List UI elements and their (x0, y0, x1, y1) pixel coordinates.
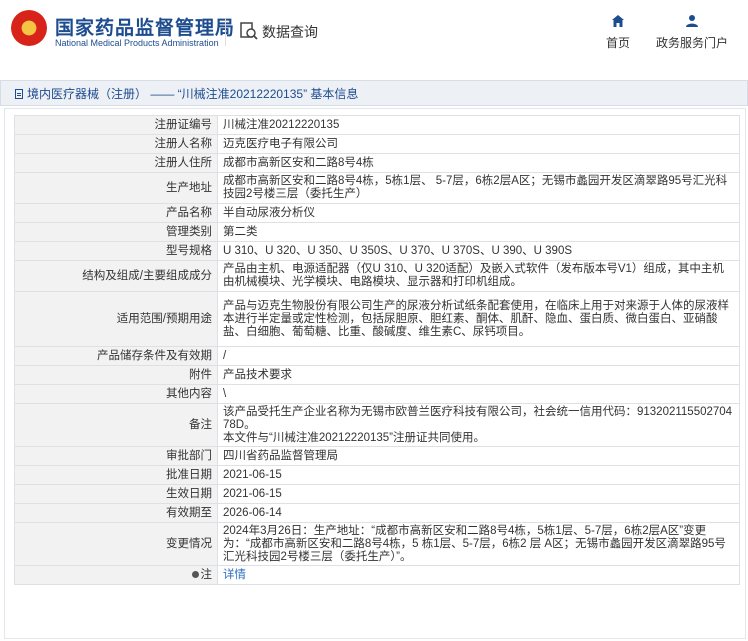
product-name-label: 产品名称 (14, 203, 218, 223)
row-effective-date: 生效日期 2021-06-15 (14, 484, 740, 504)
row-approval-department: 审批部门 四川省药品监督管理局 (14, 446, 740, 466)
nav-service-portal[interactable]: 政务服务门户 (650, 14, 734, 52)
site-subtitle: National Medical Products Administration (55, 38, 219, 48)
header-divider (225, 18, 226, 46)
approval-department-value: 四川省药品监督管理局 (217, 446, 740, 466)
production-address-value: 成都市高新区安和二路8号4栋，5栋1层、 5-7层，6栋2层A区；无锡市蠡园开发… (217, 172, 740, 204)
note-value-cell: 详情 (217, 565, 740, 585)
registrant-name-label: 注册人名称 (14, 134, 218, 154)
user-icon (686, 15, 698, 27)
row-storage-validity: 产品储存条件及有效期 / (14, 346, 740, 366)
row-change-history: 变更情况 2024年3月26日：生产地址：“成都市高新区安和二路8号4栋，5栋1层… (14, 522, 740, 566)
row-expiry-date: 有效期至 2026-06-14 (14, 503, 740, 523)
row-other-content: 其他内容 \ (14, 384, 740, 404)
row-note: 注详情 (14, 565, 740, 585)
model-spec-label: 型号规格 (14, 241, 218, 261)
remarks-label: 备注 (14, 403, 218, 447)
attachment-label: 附件 (14, 365, 218, 385)
site-title: 国家药品监督管理局 (55, 18, 236, 39)
change-history-label: 变更情况 (14, 522, 218, 566)
registration-number-value: 川械注准20212220135 (217, 115, 740, 135)
intended-use-value: 产品与迈克生物股份有限公司生产的尿液分析试纸条配套使用，在临床上用于对来源于人体… (217, 291, 740, 347)
document-icon (15, 89, 23, 99)
data-query-link[interactable]: 数据查询 (262, 22, 318, 42)
site-header: 国家药品监督管理局 National Medical Products Admi… (0, 0, 748, 68)
row-registrant-address: 注册人住所 成都市高新区安和二路8号4栋 (14, 153, 740, 173)
note-label-cell: 注 (14, 565, 218, 585)
device-info-table: 注册证编号 川械注准20212220135 注册人名称 迈克医疗电子有限公司 注册人住所… (14, 115, 740, 585)
model-spec-value: U 310、U 320、U 350、U 350S、U 370、U 370S、U … (217, 241, 740, 261)
storage-validity-label: 产品储存条件及有效期 (14, 346, 218, 366)
row-product-name: 产品名称 半自动尿液分析仪 (14, 203, 740, 223)
home-icon (612, 15, 624, 27)
product-name-value: 半自动尿液分析仪 (217, 203, 740, 223)
expiry-date-value: 2026-06-14 (217, 503, 740, 523)
row-remarks: 备注 该产品受托生产企业名称为无锡市欧普兰医疗科技有限公司，社会统一信用代码：91… (14, 403, 740, 447)
details-link[interactable]: 详情 (223, 569, 246, 581)
effective-date-value: 2021-06-15 (217, 484, 740, 504)
structure-composition-value: 产品由主机、电源适配器（仅U 310、U 320适配）及嵌入式软件（发布版本号V… (217, 260, 740, 292)
row-registration-number: 注册证编号 川械注准20212220135 (14, 115, 740, 135)
row-approval-date: 批准日期 2021-06-15 (14, 465, 740, 485)
row-production-address: 生产地址 成都市高新区安和二路8号4栋，5栋1层、 5-7层，6栋2层A区；无锡市… (14, 172, 740, 204)
nav-home[interactable]: 首页 (596, 14, 640, 52)
structure-composition-label: 结构及组成/主要组成成分 (14, 260, 218, 292)
management-category-value: 第二类 (217, 222, 740, 242)
row-intended-use: 适用范围/预期用途 产品与迈克生物股份有限公司生产的尿液分析试纸条配套使用，在临床… (14, 291, 740, 347)
intended-use-label: 适用范围/预期用途 (14, 291, 218, 347)
pin-icon (191, 570, 199, 578)
attachment-value: 产品技术要求 (217, 365, 740, 385)
breadcrumb-text: 境内医疗器械（注册） —— “川械注准20212220135” 基本信息 (27, 87, 359, 101)
breadcrumb-bar: 境内医疗器械（注册） —— “川械注准20212220135” 基本信息 (0, 80, 748, 106)
registration-number-label: 注册证编号 (14, 115, 218, 135)
registrant-address-value: 成都市高新区安和二路8号4栋 (217, 153, 740, 173)
approval-date-label: 批准日期 (14, 465, 218, 485)
row-registrant-name: 注册人名称 迈克医疗电子有限公司 (14, 134, 740, 154)
nav-portal-label: 政务服务门户 (655, 36, 728, 50)
registrant-address-label: 注册人住所 (14, 153, 218, 173)
search-doc-icon[interactable] (240, 22, 258, 40)
row-attachment: 附件 产品技术要求 (14, 365, 740, 385)
approval-department-label: 审批部门 (14, 446, 218, 466)
storage-validity-value: / (217, 346, 740, 366)
national-emblem-logo (11, 10, 47, 46)
nav-home-label: 首页 (605, 36, 630, 50)
approval-date-value: 2021-06-15 (217, 465, 740, 485)
registrant-name-value: 迈克医疗电子有限公司 (217, 134, 740, 154)
effective-date-label: 生效日期 (14, 484, 218, 504)
production-address-label: 生产地址 (14, 172, 218, 204)
remarks-value: 该产品受托生产企业名称为无锡市欧普兰医疗科技有限公司，社会统一信用代码：9132… (217, 403, 740, 447)
other-content-label: 其他内容 (14, 384, 218, 404)
breadcrumb: 境内医疗器械（注册） —— “川械注准20212220135” 基本信息 (15, 85, 358, 102)
expiry-date-label: 有效期至 (14, 503, 218, 523)
row-management-category: 管理类别 第二类 (14, 222, 740, 242)
management-category-label: 管理类别 (14, 222, 218, 242)
other-content-value: \ (217, 384, 740, 404)
row-model-spec: 型号规格 U 310、U 320、U 350、U 350S、U 370、U 370… (14, 241, 740, 261)
note-label: 注 (200, 568, 213, 581)
change-history-value: 2024年3月26日：生产地址：“成都市高新区安和二路8号4栋，5栋1层、5-7… (217, 522, 740, 566)
row-structure-composition: 结构及组成/主要组成成分 产品由主机、电源适配器（仅U 310、U 320适配）及… (14, 260, 740, 292)
